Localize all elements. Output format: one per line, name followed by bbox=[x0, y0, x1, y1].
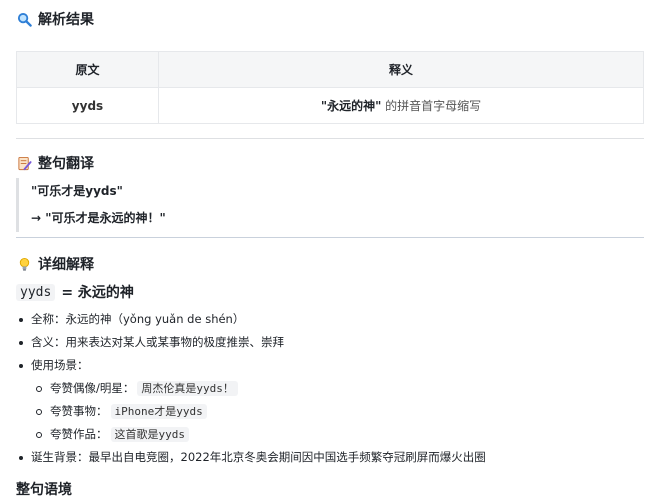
scenario-item: 夸赞事物： iPhone才是yyds bbox=[33, 400, 638, 423]
meaning-rest: 的拼音首字母缩写 bbox=[385, 99, 482, 113]
list-item-scenarios: 使用场景： 夸赞偶像/明星： 周杰伦真是yyds！ 夸赞事物： iPhone才是yy… bbox=[18, 354, 638, 446]
scenario-example: iPhone才是yyds bbox=[110, 404, 207, 419]
context-heading: 整句语境 bbox=[16, 479, 72, 499]
scenario-label: 夸赞偶像/明星： bbox=[50, 381, 135, 395]
magnifier-icon bbox=[16, 11, 32, 27]
list-item-background: 诞生背景：最早出自电竞圈，2022年北京冬奥会期间因中国选手频繁夺冠刷屏而爆火出… bbox=[18, 446, 638, 469]
table-header-meaning: 释义 bbox=[158, 51, 644, 88]
list-item-fullname: 全称：永远的神（yǒng yuǎn de shén） bbox=[18, 308, 638, 331]
translation-result: → "可乐才是永远的神！" bbox=[31, 211, 166, 225]
scenario-item: 夸赞偶像/明星： 周杰伦真是yyds！ bbox=[33, 377, 638, 400]
result-heading: 解析结果 bbox=[16, 9, 94, 29]
detail-heading: 详细解释 bbox=[16, 254, 94, 274]
divider bbox=[16, 138, 644, 139]
scenario-label: 夸赞作品： bbox=[50, 427, 108, 441]
result-table: 原文 释义 yyds "永远的神" 的拼音首字母缩写 bbox=[16, 51, 644, 124]
lightbulb-icon bbox=[16, 256, 32, 272]
list-item-meaning: 含义：用来表达对某人或某事物的极度推崇、崇拜 bbox=[18, 331, 638, 354]
scenario-item: 夸赞作品： 这首歌是yyds bbox=[33, 423, 638, 446]
scenario-example: 周杰伦真是yyds！ bbox=[137, 381, 238, 396]
detail-title: 详细解释 bbox=[38, 257, 94, 273]
translation-title: 整句翻译 bbox=[38, 156, 94, 172]
term-definition: yyds = 永远的神 bbox=[16, 282, 134, 302]
term-code: yyds bbox=[16, 283, 56, 301]
translation-original: "可乐才是yyds" bbox=[31, 184, 123, 198]
table-cell-word: yyds bbox=[16, 87, 159, 124]
memo-icon bbox=[16, 155, 32, 171]
translation-heading: 整句翻译 bbox=[16, 153, 94, 173]
page: 解析结果 原文 释义 yyds "永远的神" 的拼音首字母缩写 整句翻译 "可乐… bbox=[0, 0, 658, 500]
table-header-original: 原文 bbox=[16, 51, 159, 88]
table-cell-meaning: "永远的神" 的拼音首字母缩写 bbox=[158, 87, 644, 124]
detail-list: 全称：永远的神（yǒng yuǎn de shén） 含义：用来表达对某人或某事… bbox=[18, 308, 638, 469]
table-row: yyds "永远的神" 的拼音首字母缩写 bbox=[16, 87, 644, 124]
context-title: 整句语境 bbox=[16, 482, 72, 498]
scenario-label: 夸赞事物： bbox=[50, 404, 108, 418]
scenarios-label: 使用场景： bbox=[31, 358, 89, 372]
divider bbox=[16, 237, 644, 238]
term-equals: = 永远的神 bbox=[61, 285, 134, 301]
translation-blockquote: "可乐才是yyds" → "可乐才是永远的神！" bbox=[16, 178, 644, 232]
result-title: 解析结果 bbox=[38, 12, 94, 28]
meaning-strong: "永远的神" bbox=[320, 99, 382, 113]
scenario-example: 这首歌是yyds bbox=[110, 427, 189, 442]
scenarios-list: 夸赞偶像/明星： 周杰伦真是yyds！ 夸赞事物： iPhone才是yyds 夸赞作… bbox=[33, 377, 638, 446]
table-header-row: 原文 释义 bbox=[16, 51, 644, 88]
